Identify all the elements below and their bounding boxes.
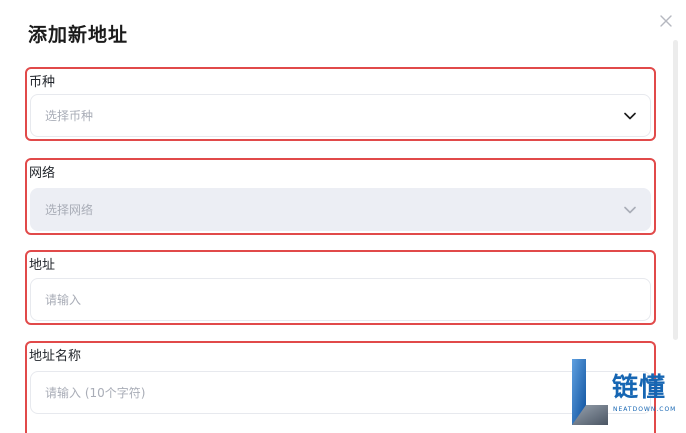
- coin-label: 币种: [29, 75, 56, 90]
- dialog-scrollbar[interactable]: [673, 40, 678, 340]
- chevron-down-icon: [624, 206, 636, 214]
- address-name-label: 地址名称: [29, 349, 82, 364]
- coin-field-group: 币种 选择币种: [25, 67, 656, 141]
- network-select[interactable]: 选择网络: [30, 188, 651, 231]
- close-icon: [660, 15, 672, 27]
- address-field-group: 地址: [25, 250, 656, 325]
- address-label: 地址: [29, 258, 56, 273]
- coin-select[interactable]: 选择币种: [30, 94, 651, 137]
- brand-watermark: 链懂 NEATDOWN.COM: [572, 357, 684, 427]
- brand-url: NEATDOWN.COM: [613, 406, 677, 413]
- brand-logo-icon: [572, 359, 608, 425]
- address-input-wrapper[interactable]: [30, 278, 651, 321]
- address-input[interactable]: [45, 292, 636, 307]
- close-button[interactable]: [655, 10, 677, 32]
- address-name-field-group: 地址名称: [25, 341, 656, 433]
- network-label: 网络: [29, 166, 56, 181]
- chevron-down-icon: [624, 112, 636, 120]
- address-name-input-wrapper[interactable]: [30, 371, 651, 414]
- dialog-title: 添加新地址: [28, 24, 129, 46]
- network-select-placeholder: 选择网络: [45, 203, 94, 217]
- coin-select-placeholder: 选择币种: [45, 109, 94, 123]
- address-name-input[interactable]: [45, 385, 636, 400]
- brand-name: 链懂: [612, 373, 667, 403]
- network-field-group: 网络 选择网络: [25, 158, 656, 235]
